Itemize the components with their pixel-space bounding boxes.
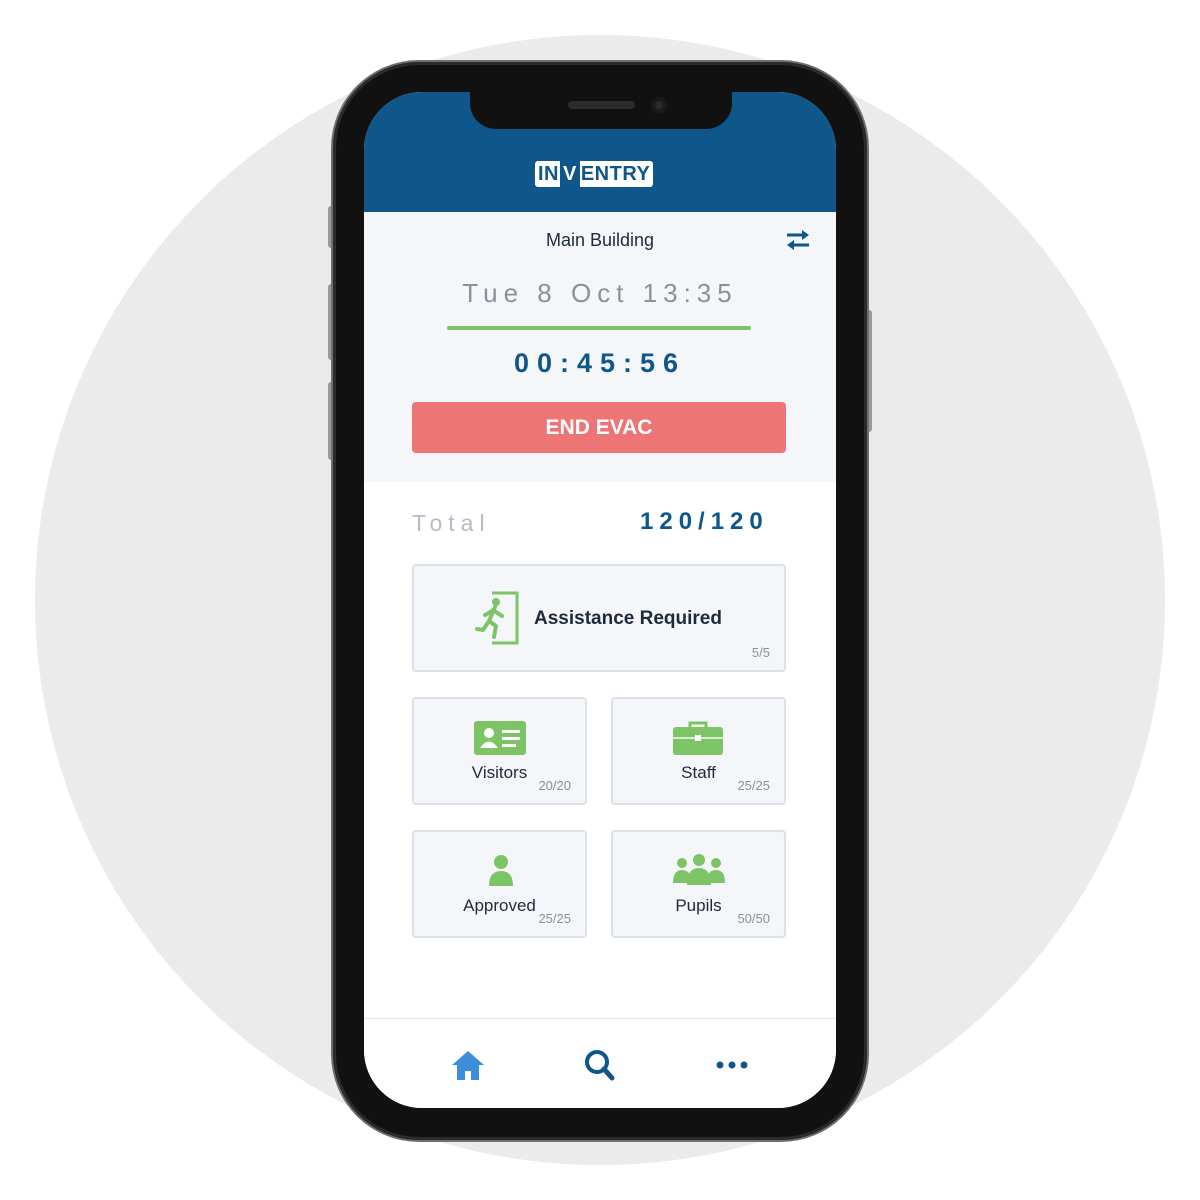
more-icon[interactable] xyxy=(712,1047,752,1083)
evac-datetime: Tue 8 Oct 13:35 xyxy=(462,278,738,308)
briefcase-icon xyxy=(673,721,723,760)
evac-progress-bar xyxy=(447,326,751,330)
assistance-label: Assistance Required xyxy=(534,608,722,629)
location-name: Main Building xyxy=(545,230,655,250)
phone-screen: IN V ENTRY Main Building Tue 8 Oct 13:35… xyxy=(364,92,836,1108)
staff-count: 25/25 xyxy=(737,778,770,793)
evac-timer: 00:45:56 xyxy=(513,348,687,378)
id-card-icon xyxy=(474,721,526,760)
logo-entry: ENTRY xyxy=(580,163,651,185)
inventry-logo: IN V ENTRY xyxy=(535,161,654,187)
evacuation-panel: Main Building Tue 8 Oct 13:35 00:45:56 E… xyxy=(364,212,836,482)
pupils-count: 50/50 xyxy=(737,911,770,926)
visitors-card[interactable]: Visitors 20/20 xyxy=(412,697,587,805)
group-icon xyxy=(673,854,725,891)
speaker xyxy=(568,101,635,109)
bottom-nav xyxy=(364,1018,836,1108)
approved-count: 25/25 xyxy=(538,911,571,926)
home-icon[interactable] xyxy=(448,1047,488,1083)
camera xyxy=(651,97,667,113)
total-value: 120/120 xyxy=(640,508,769,535)
notch xyxy=(470,92,732,129)
assistance-required-card[interactable]: Assistance Required 5/5 xyxy=(412,564,786,672)
staff-card[interactable]: Staff 25/25 xyxy=(611,697,786,805)
swap-location-icon[interactable] xyxy=(784,228,812,252)
total-label: Total xyxy=(412,510,491,536)
phone-frame: IN V ENTRY Main Building Tue 8 Oct 13:35… xyxy=(333,62,867,1140)
search-icon[interactable] xyxy=(580,1047,620,1083)
logo-in: IN xyxy=(538,163,559,185)
approved-card[interactable]: Approved 25/25 xyxy=(412,830,587,938)
visitors-count: 20/20 xyxy=(538,778,571,793)
person-icon xyxy=(488,854,514,891)
assistance-count: 5/5 xyxy=(751,645,770,660)
end-evac-button[interactable]: END EVAC xyxy=(412,402,786,453)
evac-progress-fill xyxy=(447,326,751,330)
pupils-card[interactable]: Pupils 50/50 xyxy=(611,830,786,938)
logo-v: V xyxy=(560,161,580,187)
emergency-exit-icon xyxy=(474,590,520,651)
